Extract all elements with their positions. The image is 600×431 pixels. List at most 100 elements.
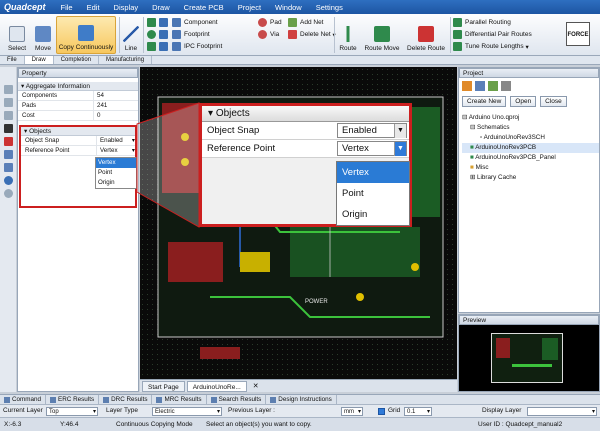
callout-option-vertex[interactable]: Vertex <box>337 162 409 183</box>
aggregate-section-label: Aggregate Information <box>25 83 91 90</box>
display-layer-select[interactable] <box>527 407 597 416</box>
grid-select[interactable]: 0.1 <box>404 407 432 416</box>
close-icon[interactable]: ✕ <box>253 382 259 390</box>
tree-item[interactable]: ■ ArduinoUnoRev3PCB_Panel <box>462 153 599 163</box>
pad-icon <box>258 18 267 27</box>
component-button[interactable]: Component <box>172 17 218 28</box>
tree-item[interactable]: ⊟ Schematics <box>462 123 599 133</box>
ipc-footprint-button[interactable]: IPC Footprint <box>172 41 222 52</box>
menu-project[interactable]: Project <box>231 3 268 12</box>
tab-command[interactable]: Command <box>0 394 47 405</box>
line-button[interactable]: Line <box>122 16 140 54</box>
tab-start-page[interactable]: Start Page <box>142 380 185 392</box>
via-button[interactable]: Via <box>258 29 279 40</box>
parallel-routing-button[interactable]: Parallel Routing <box>453 17 511 28</box>
tab-drc-label: DRC Results <box>111 396 148 403</box>
tab-file[interactable]: File <box>0 56 25 64</box>
circle-tool-button[interactable] <box>147 29 159 40</box>
forward-icon[interactable] <box>3 98 13 107</box>
option-point[interactable]: Point <box>96 168 136 178</box>
menu-draw[interactable]: Draw <box>145 3 177 12</box>
pad-button[interactable]: Pad <box>258 17 282 28</box>
tune-route-label: Tune Route Lengths <box>465 43 524 50</box>
save-icon[interactable] <box>3 124 13 133</box>
route-button[interactable]: Route <box>337 16 359 54</box>
left-icon-strip <box>0 67 16 392</box>
unit-select[interactable]: mm <box>341 407 363 416</box>
menu-settings[interactable]: Settings <box>309 3 350 12</box>
callout-option-origin[interactable]: Origin <box>337 204 409 225</box>
callout-option-point[interactable]: Point <box>337 183 409 204</box>
open-button[interactable]: Open <box>510 96 537 107</box>
delete-icon[interactable] <box>3 137 13 146</box>
shape-tool-button[interactable] <box>159 29 171 40</box>
option-vertex[interactable]: Vertex <box>96 158 136 168</box>
menu-edit[interactable]: Edit <box>80 3 107 12</box>
text-tool-button[interactable] <box>147 17 159 28</box>
library-icon[interactable] <box>488 81 498 91</box>
t-tool-button[interactable] <box>159 17 171 28</box>
tab-drc-results[interactable]: DRC Results <box>99 394 153 405</box>
callout-object-snap-select[interactable]: Enabled ▼ <box>337 123 407 138</box>
tab-search-results[interactable]: Search Results <box>207 394 267 405</box>
tab-erc-results[interactable]: ERC Results <box>46 394 100 405</box>
option-origin[interactable]: Origin <box>96 178 136 188</box>
aggregate-section[interactable]: ▾ Aggregate Information <box>18 82 138 91</box>
tree-item[interactable]: ■ Misc <box>462 163 599 173</box>
dimension-tool-button[interactable] <box>159 41 171 52</box>
up-icon[interactable] <box>3 111 13 120</box>
tree-item[interactable]: ⊞ Library Cache <box>462 173 599 183</box>
folder-icon[interactable] <box>475 81 485 91</box>
object-snap-key: Object Snap <box>21 136 97 145</box>
gear-icon[interactable] <box>3 176 13 185</box>
select-button[interactable]: Select <box>4 16 30 54</box>
tree-item[interactable]: ▫ ArduinoUnoRev3SCH <box>462 133 599 143</box>
list-icon[interactable] <box>501 81 511 91</box>
menu-window[interactable]: Window <box>268 3 309 12</box>
close-button[interactable]: Close <box>540 96 567 107</box>
tune-route-lengths-button[interactable]: Tune Route Lengths ▾ <box>453 41 529 52</box>
move-button[interactable]: Move <box>32 16 54 54</box>
delete-net-button[interactable]: Delete Net ▾ <box>288 29 336 40</box>
preview-canvas[interactable] <box>459 325 599 391</box>
current-layer-select[interactable]: Top <box>46 407 98 416</box>
delete-route-button[interactable]: Delete Route <box>405 16 447 54</box>
mrc-icon <box>156 396 163 403</box>
settings-icon[interactable] <box>3 189 13 198</box>
back-icon[interactable] <box>3 85 13 94</box>
rect-tool-button[interactable] <box>147 41 159 52</box>
tab-manufacturing[interactable]: Manufacturing <box>99 56 153 64</box>
tab-draw[interactable]: Draw <box>24 56 54 64</box>
differential-pair-routes-button[interactable]: Differential Pair Routes <box>453 29 532 40</box>
objects-section[interactable]: ▾ Objects <box>21 127 135 136</box>
tab-completion[interactable]: Completion <box>54 56 100 64</box>
ribbon-tabs: File Draw Completion Manufacturing <box>0 56 600 65</box>
tab-arduino-pcb[interactable]: ArduinoUnoRe... <box>186 380 247 392</box>
layer-type-select[interactable]: Electric <box>152 407 222 416</box>
tree-item[interactable]: ⊟ Arduino Uno.qproj <box>462 113 599 123</box>
create-new-button[interactable]: Create New <box>462 96 507 107</box>
tree-label: ArduinoUnoRev3SCH <box>483 134 545 141</box>
tab-design-instructions[interactable]: Design Instructions <box>266 394 337 405</box>
callout-reference-point-select[interactable]: Vertex ▼ <box>337 141 407 156</box>
magnify-icon[interactable] <box>3 163 13 172</box>
object-snap-select[interactable]: Enabled ▾ <box>97 136 135 145</box>
tree-item[interactable]: ■ ArduinoUnoRev3PCB <box>462 143 599 153</box>
menu-display[interactable]: Display <box>107 3 146 12</box>
callout-dropdown-list: Vertex Point Origin <box>336 161 410 226</box>
reference-point-select[interactable]: Vertex ▾ <box>97 146 135 155</box>
select-label: Select <box>7 45 27 52</box>
add-net-button[interactable]: Add Net <box>288 17 324 28</box>
zoom-icon[interactable] <box>3 150 13 159</box>
menu-file[interactable]: File <box>54 3 80 12</box>
route-move-button[interactable]: Route Move <box>362 16 402 54</box>
current-layer-label: Current Layer <box>3 407 43 414</box>
project-icon[interactable] <box>462 81 472 91</box>
status-bar: X:-6.3 Y:46.4 Continuous Copying Mode Se… <box>0 417 600 431</box>
menu-create-pcb[interactable]: Create PCB <box>177 3 231 12</box>
footprint-button[interactable]: Footprint <box>172 29 210 40</box>
delete-route-label: Delete Route <box>407 45 445 52</box>
grid-checkbox[interactable] <box>378 408 385 415</box>
tab-mrc-results[interactable]: MRC Results <box>152 394 207 405</box>
copy-continuously-button[interactable]: Copy Continuously <box>56 16 116 54</box>
